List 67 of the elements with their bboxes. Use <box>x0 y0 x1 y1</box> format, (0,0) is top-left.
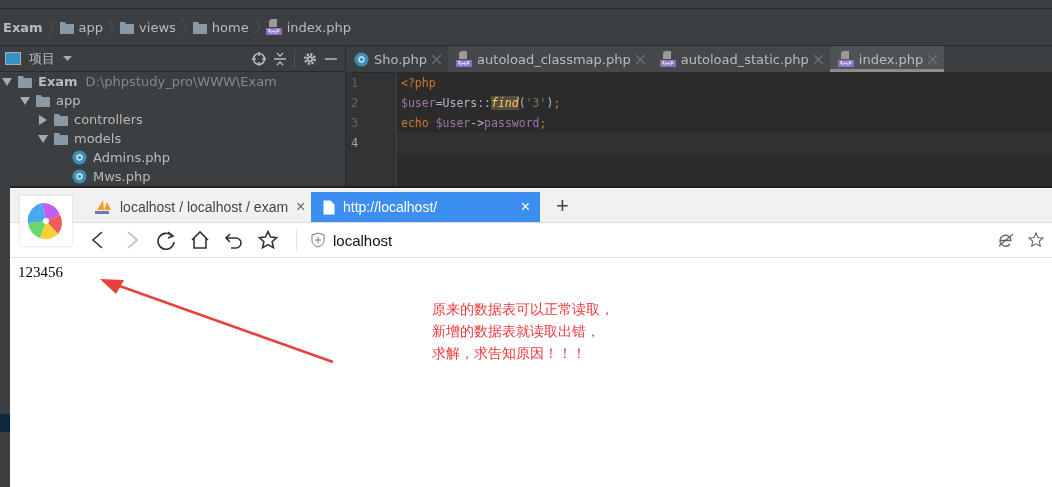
folder-icon <box>120 20 135 34</box>
folder-icon <box>54 132 68 145</box>
browser-tab[interactable]: http://localhost/ × <box>311 192 540 222</box>
editor-tab[interactable]: index.php <box>829 46 945 72</box>
breadcrumb-item[interactable]: home <box>211 19 249 35</box>
tree-label: Admins.php <box>93 150 171 165</box>
chevron-icon <box>180 19 188 35</box>
code-line: <?php <box>401 76 436 90</box>
close-tab-button[interactable]: × <box>296 198 306 216</box>
browser-logo-icon <box>20 196 72 246</box>
settings-icon[interactable] <box>303 51 317 66</box>
page-text: 123456 <box>17 263 64 282</box>
folder-icon <box>192 20 207 34</box>
breadcrumb-item[interactable]: views <box>139 19 176 35</box>
home-icon[interactable] <box>190 230 210 250</box>
class-icon <box>72 169 87 184</box>
folder-path: D:\phpstudy_pro\WWW\Exam <box>85 74 277 89</box>
annotation-text: 原来的数据表可以正常读取， 新增的数据表就读取出错， 求解，求告知原因！！！ <box>432 300 614 363</box>
php-file-icon <box>659 51 676 67</box>
tree-item[interactable]: controllers <box>0 110 345 129</box>
close-tab-button[interactable]: × <box>520 198 530 216</box>
folder-icon <box>36 94 50 107</box>
code-line: $user=Users::find('3'); <box>401 96 561 110</box>
tree-item[interactable]: Exam D:\phpstudy_pro\WWW\Exam <box>0 72 345 91</box>
editor-tab[interactable]: autoload_static.php <box>651 46 830 72</box>
tree-item[interactable]: models <box>0 129 345 148</box>
page-icon <box>323 199 335 215</box>
breadcrumb-item[interactable]: Exam <box>3 19 43 35</box>
collapse-icon[interactable] <box>274 51 286 66</box>
shield-icon <box>311 232 325 248</box>
tree-label: models <box>74 131 122 146</box>
tree-label: app <box>56 93 81 108</box>
class-icon <box>72 150 87 165</box>
line-number: 4 <box>350 135 360 152</box>
folder-icon <box>54 113 68 126</box>
crosshair-icon[interactable] <box>252 51 266 66</box>
tree-label: controllers <box>74 112 143 127</box>
panel-title[interactable]: 项目 <box>29 49 55 68</box>
dropdown-icon[interactable] <box>63 55 72 62</box>
code-line: echo $user->password; <box>401 116 547 130</box>
star-icon[interactable] <box>258 230 278 250</box>
tree-item[interactable]: Mws.php <box>0 167 345 186</box>
favorite-icon[interactable] <box>1028 232 1044 248</box>
editor-tab[interactable]: autoload_classmap.php <box>448 46 652 72</box>
tree-label: Exam <box>38 74 78 89</box>
selection-strip <box>0 414 10 432</box>
breadcrumb-item[interactable]: app <box>78 19 104 35</box>
address-field[interactable]: localhost <box>333 231 393 249</box>
php-file-icon <box>456 51 473 67</box>
class-icon <box>354 51 369 67</box>
panel-icon <box>5 52 21 65</box>
new-tab-button[interactable]: + <box>546 192 579 222</box>
tree-label: Mws.php <box>93 169 151 184</box>
folder-icon <box>18 75 32 88</box>
php-file-icon <box>265 19 282 35</box>
breadcrumb-item[interactable]: index.php <box>286 19 352 35</box>
sail-logo-icon <box>94 200 112 214</box>
folder-icon <box>59 20 74 34</box>
browser-tab[interactable]: localhost / localhost / exam × <box>82 192 311 222</box>
chevron-icon <box>108 19 116 35</box>
tree-item[interactable]: app <box>0 91 345 110</box>
chevron-icon <box>253 19 261 35</box>
reload-icon[interactable] <box>156 230 176 250</box>
chevron-icon <box>47 19 55 35</box>
php-file-icon <box>837 51 854 67</box>
tree-item[interactable]: Admins.php <box>0 148 345 167</box>
undo-icon[interactable] <box>224 230 244 250</box>
